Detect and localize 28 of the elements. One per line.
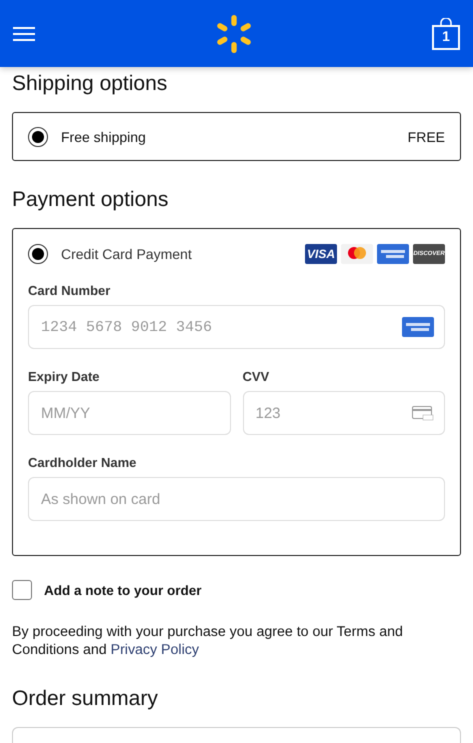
checkbox[interactable] [12,580,32,600]
option-price: FREE [408,128,445,144]
section-title: Shipping options [12,72,168,96]
section-title: Payment options [12,188,170,212]
mastercard-logo [341,244,373,264]
cvv-card-icon [412,406,434,420]
radio-button[interactable] [28,126,48,146]
section-title: Order summary [12,687,159,711]
privacy-policy-link[interactable]: Privacy Policy [110,642,199,658]
field-label: CVV [242,369,270,384]
field-label: Cardholder Name [28,455,138,470]
menu-icon[interactable] [13,26,35,42]
option-label: Free shipping [61,128,147,144]
terms-text: By proceeding with your purchase you agree to our Terms and Conditions and Privacy Policy [12,623,404,659]
input-field[interactable]: As shown on card [28,477,445,521]
cart-count: 1 [441,28,451,46]
note-label: Add a note to your order [44,582,202,598]
input-field[interactable]: 123 [242,391,445,435]
shipping-option[interactable]: Free shipping FREE [12,112,461,161]
input-field[interactable]: MM/YY [28,391,230,435]
amex-logo [377,244,409,264]
field-label: Card Number [28,283,112,298]
field-label: Expiry Date [28,369,101,384]
input-field[interactable]: 1234 5678 9012 3456 [28,305,445,349]
card-brand-icon [402,317,434,337]
method-label: Credit Card Payment [61,246,193,262]
radio-button[interactable] [28,244,48,264]
visa-logo: VISA [305,244,337,264]
